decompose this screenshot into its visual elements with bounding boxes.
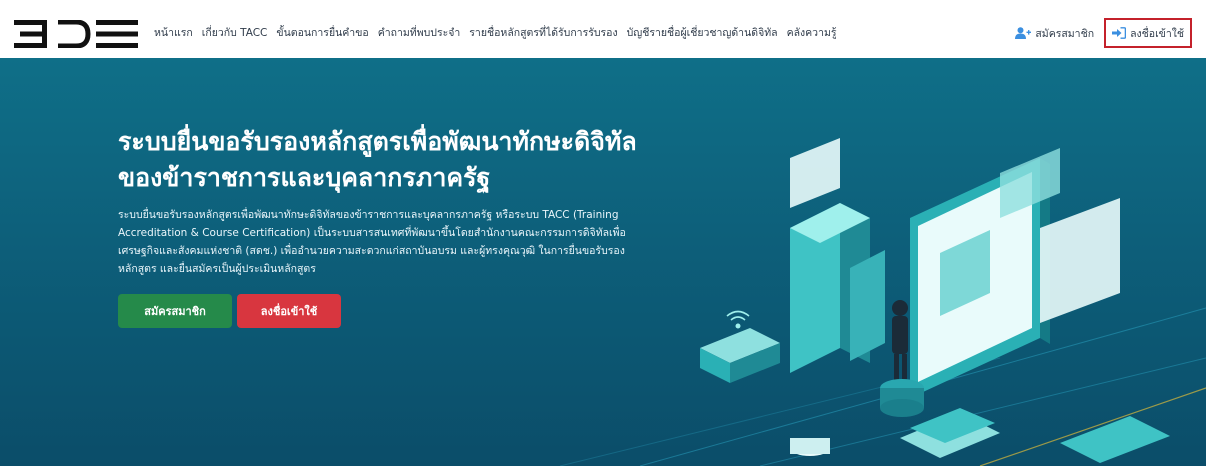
menu-home[interactable]: หน้าแรก — [154, 26, 193, 40]
hero-register-button[interactable]: สมัครสมาชิก — [118, 294, 232, 328]
menu-faq[interactable]: คำถามที่พบประจำ — [378, 26, 461, 40]
hero-description: ระบบยื่นขอรับรองหลักสูตรเพื่อพัฒนาทักษะด… — [118, 209, 626, 275]
login-link[interactable]: ลงชื่อเข้าใช้ — [1104, 18, 1192, 48]
menu-digital-experts[interactable]: บัญชีรายชื่อผู้เชี่ยวชาญด้านดิจิทัล — [627, 26, 778, 40]
bde-logo[interactable] — [14, 20, 140, 48]
menu-certified-courses[interactable]: รายชื่อหลักสูตรที่ได้รับการรับรอง — [469, 26, 617, 40]
digital-training-illustration — [700, 138, 1170, 463]
add-user-icon — [1015, 27, 1032, 39]
hero-login-button[interactable]: ลงชื่อเข้าใช้ — [237, 294, 341, 328]
hero-section: ระบบยื่นขอรับรองหลักสูตรเพื่อพัฒนาทักษะด… — [0, 58, 1206, 466]
account-links: สมัครสมาชิก ลงชื่อเข้าใช้ — [1015, 18, 1192, 48]
register-link[interactable]: สมัครสมาชิก — [1015, 25, 1094, 42]
hero-title-line-2: ของข้าราชการและบุคลากรภาครัฐ — [118, 163, 491, 192]
register-link-label: สมัครสมาชิก — [1035, 27, 1095, 40]
menu-application-steps[interactable]: ขั้นตอนการยื่นคำขอ — [276, 26, 368, 40]
menu-knowledge-base[interactable]: คลังความรู้ — [787, 26, 837, 40]
main-menu: หน้าแรก เกี่ยวกับ TACC ขั้นตอนการยื่นคำข… — [154, 26, 846, 40]
hero-title-line-1: ระบบยื่นขอรับรองหลักสูตรเพื่อพัฒนาทักษะด… — [118, 127, 637, 156]
top-navbar: หน้าแรก เกี่ยวกับ TACC ขั้นตอนการยื่นคำข… — [0, 0, 1206, 62]
menu-about-tacc[interactable]: เกี่ยวกับ TACC — [202, 26, 268, 40]
hero-title: ระบบยื่นขอรับรองหลักสูตรเพื่อพัฒนาทักษะด… — [118, 124, 637, 196]
sign-in-icon — [1112, 27, 1127, 39]
login-link-label: ลงชื่อเข้าใช้ — [1130, 27, 1184, 40]
